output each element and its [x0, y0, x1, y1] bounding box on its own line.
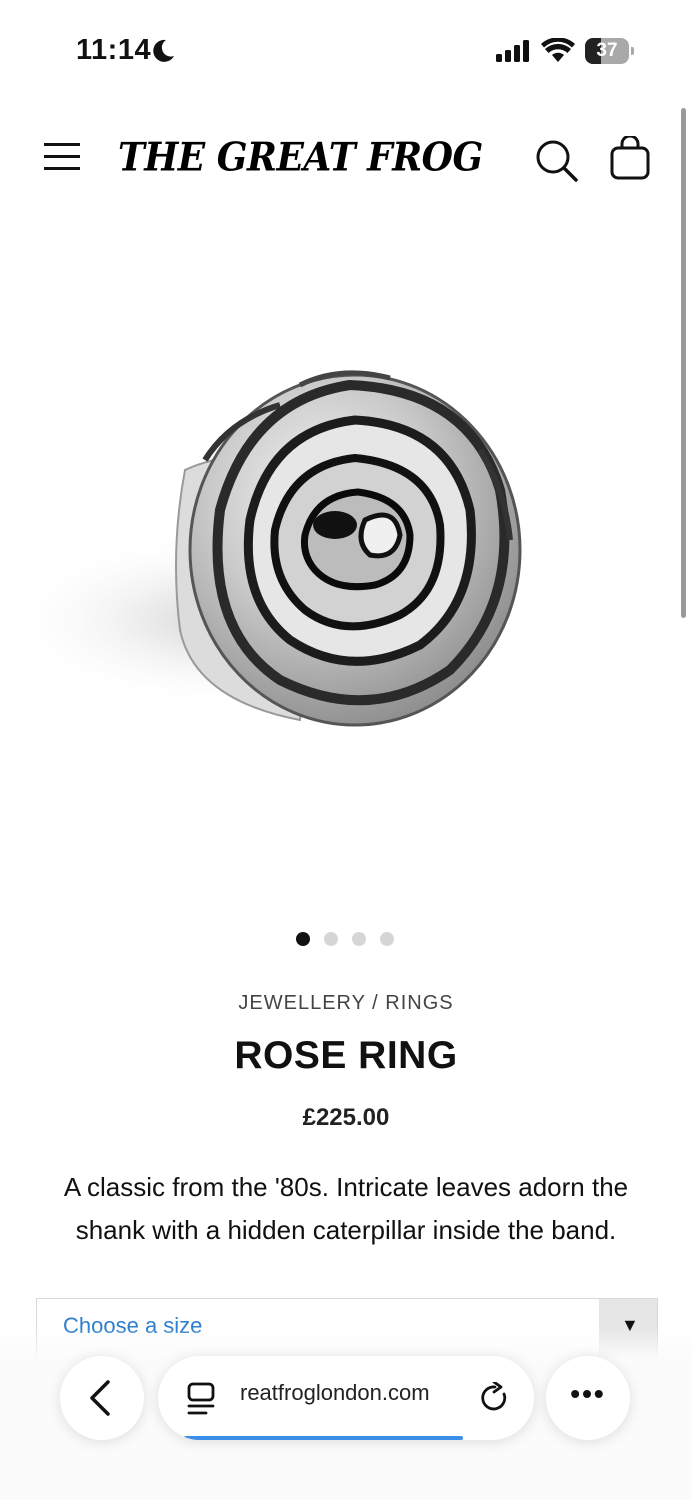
product-description: A classic from the '80s. Intricate leave… — [63, 1172, 629, 1245]
address-bar[interactable]: reatfroglondon.com — [158, 1356, 534, 1440]
product-title: ROSE RING — [234, 1034, 458, 1077]
page-load-progress — [184, 1436, 463, 1440]
gallery-dot[interactable] — [324, 932, 338, 946]
gallery-dot[interactable] — [352, 932, 366, 946]
more-button[interactable]: ••• — [546, 1356, 630, 1440]
chevron-left-icon — [90, 1380, 110, 1416]
brand-logo[interactable]: THE GREAT FROG — [118, 134, 483, 180]
shopping-bag-icon[interactable] — [610, 136, 650, 180]
menu-icon[interactable] — [44, 143, 80, 171]
search-icon[interactable] — [534, 138, 578, 182]
gallery-dot[interactable] — [296, 932, 310, 946]
moon-icon — [153, 39, 174, 62]
url-text[interactable]: reatfroglondon.com — [240, 1380, 430, 1406]
battery-icon: 37 — [585, 38, 629, 64]
reload-icon[interactable] — [480, 1382, 510, 1414]
product-price: £225.00 — [302, 1104, 390, 1131]
breadcrumb[interactable]: JEWELLERY / RINGS — [0, 992, 692, 1015]
reader-mode-icon[interactable] — [186, 1382, 216, 1416]
gallery-pagination — [296, 932, 394, 946]
cellular-signal-icon — [496, 40, 529, 62]
status-bar: 11:14 37 — [0, 0, 692, 100]
battery-cap — [631, 47, 634, 55]
back-button[interactable] — [60, 1356, 144, 1440]
ellipsis-icon: ••• — [570, 1378, 606, 1409]
product-image[interactable] — [0, 220, 692, 900]
battery-level: 37 — [596, 40, 618, 61]
gallery-dot[interactable] — [380, 932, 394, 946]
wifi-icon — [541, 38, 575, 62]
status-time: 11:14 — [76, 34, 152, 66]
